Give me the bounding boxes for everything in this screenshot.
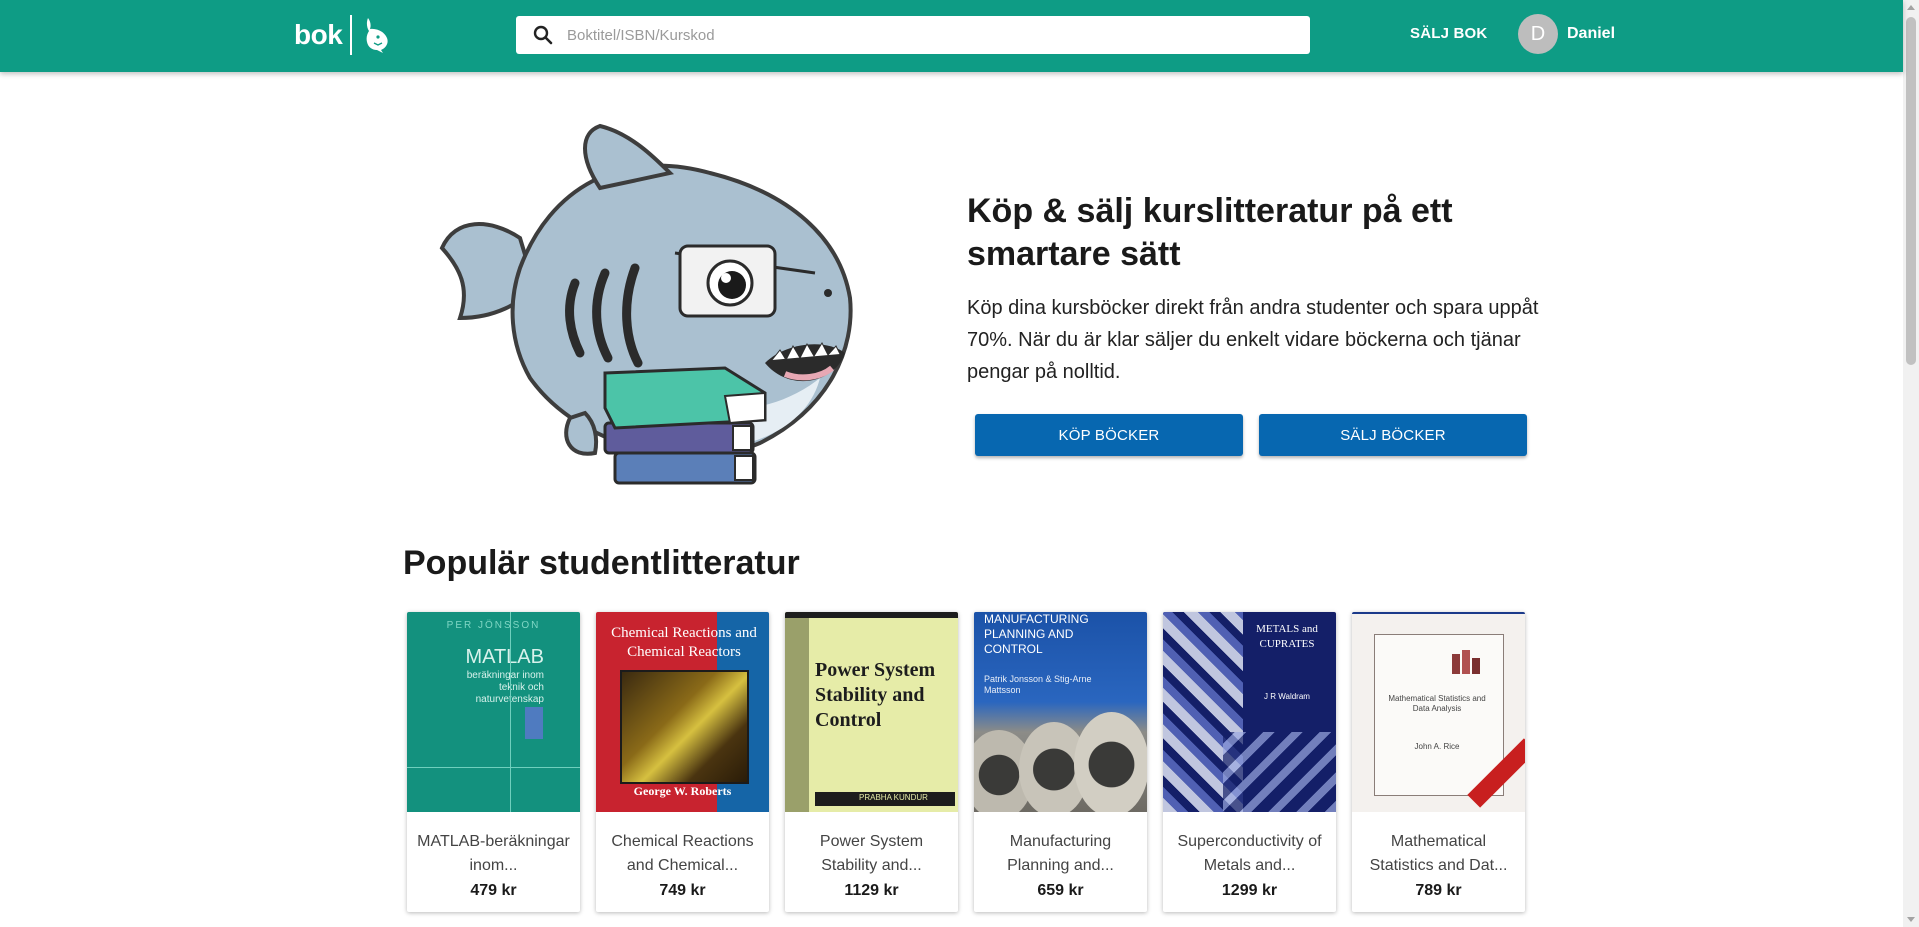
cover-title: MATLAB xyxy=(465,646,544,668)
book-price: 1129 kr xyxy=(844,882,899,899)
book-price: 1299 kr xyxy=(1221,882,1278,899)
buy-books-button[interactable]: KÖP BÖCKER xyxy=(975,414,1243,456)
scrollbar-thumb[interactable] xyxy=(1906,17,1916,365)
book-title[interactable]: Power System Stability and... xyxy=(795,830,948,878)
book-price: 749 kr xyxy=(659,882,706,899)
cover-author: John A. Rice xyxy=(1414,742,1460,751)
book-stack xyxy=(603,366,767,485)
book-cover-image: Chemical Reactions and Chemical Reactors… xyxy=(596,612,769,812)
user-name[interactable]: Daniel xyxy=(1567,25,1615,43)
bok-logo[interactable]: bok xyxy=(294,14,392,56)
book-cover-image: Mathematical Statistics and Data Analysi… xyxy=(1352,612,1525,812)
popular-literature-heading: Populär studentlitteratur xyxy=(403,544,800,582)
hero-title: Köp & sälj kurslitteratur på ett smartar… xyxy=(967,192,1453,273)
book-title[interactable]: Manufacturing Planning and... xyxy=(984,830,1137,878)
book-title[interactable]: Mathematical Statistics and Dat... xyxy=(1362,830,1515,878)
cover-author: George W. Roberts xyxy=(633,784,732,798)
hero-description: Köp dina kursböcker direkt från andra st… xyxy=(967,297,1539,383)
book-price: 789 kr xyxy=(1415,882,1462,899)
book-price: 479 kr xyxy=(470,882,517,899)
cover-author: PER JÖNSSON xyxy=(446,620,541,631)
book-title[interactable]: Superconductivity of Metals and... xyxy=(1173,830,1326,878)
cover-author: J R Waldram xyxy=(1264,692,1310,701)
search-icon xyxy=(533,25,553,45)
sell-book-link[interactable]: SÄLJ BOK xyxy=(1410,25,1487,42)
book-title[interactable]: Chemical Reactions and Chemical... xyxy=(606,830,759,878)
cover-title: METALS and CUPRATES xyxy=(1256,623,1318,650)
book-cover-image: Manufacturing Planning and Control Patri… xyxy=(974,612,1147,812)
book-card[interactable]: METALS and CUPRATES J R Waldram Supercon… xyxy=(1163,612,1336,912)
book-card[interactable]: Power System Stability and Control PRABH… xyxy=(785,612,958,912)
cover-author: PRABHA KUNDUR xyxy=(859,793,928,802)
avatar[interactable]: D xyxy=(1518,14,1558,54)
book-card[interactable]: Chemical Reactions and Chemical Reactors… xyxy=(596,612,769,912)
logo-divider xyxy=(350,15,353,55)
cover-author: Patrik Jonsson & Stig-Arne Mattsson xyxy=(984,674,1092,695)
search-input[interactable] xyxy=(565,25,1269,45)
vertical-scrollbar[interactable] xyxy=(1903,0,1919,927)
scroll-up-arrow-icon[interactable] xyxy=(1907,5,1915,10)
cover-title: Manufacturing Planning and Control xyxy=(984,612,1089,656)
book-title[interactable]: MATLAB-beräkningar inom... xyxy=(417,830,570,878)
shark-logo-icon xyxy=(366,18,388,53)
sell-books-button[interactable]: SÄLJ BÖCKER xyxy=(1259,414,1527,456)
cover-title: Power System Stability and Control xyxy=(815,659,936,731)
search-bar[interactable] xyxy=(516,16,1310,54)
user-menu[interactable]: D Daniel xyxy=(1518,14,1615,54)
book-card[interactable]: PER JÖNSSON MATLAB beräkningar inom tekn… xyxy=(407,612,580,912)
book-cover-image: PER JÖNSSON MATLAB beräkningar inom tekn… xyxy=(407,612,580,812)
logo-text: bok xyxy=(294,19,343,50)
cover-title: Chemical Reactions and Chemical Reactors xyxy=(611,625,757,660)
book-card[interactable]: Manufacturing Planning and Control Patri… xyxy=(974,612,1147,912)
top-navigation-bar: bok SÄLJ BOK D Daniel xyxy=(0,0,1903,72)
shark-with-books-illustration xyxy=(439,123,853,485)
cover-subtitle: beräkningar inom teknik och naturvetensk… xyxy=(466,670,544,705)
scroll-down-arrow-icon[interactable] xyxy=(1907,917,1915,922)
cover-title: Mathematical Statistics and Data Analysi… xyxy=(1388,694,1486,713)
book-cover-image: Power System Stability and Control PRABH… xyxy=(785,612,958,812)
book-card[interactable]: Mathematical Statistics and Data Analysi… xyxy=(1352,612,1525,912)
book-cover-image: METALS and CUPRATES J R Waldram xyxy=(1163,612,1336,812)
book-price: 659 kr xyxy=(1037,882,1084,899)
